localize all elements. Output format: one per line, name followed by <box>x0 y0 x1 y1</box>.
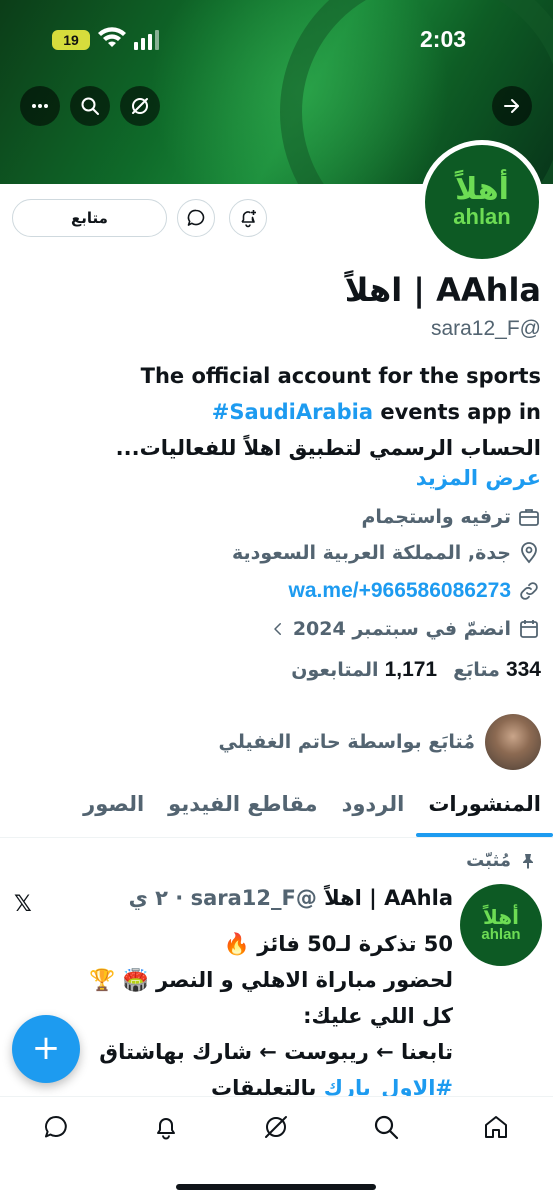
follow-counts: 334 متابَع 1,171 المتابعون <box>291 658 541 682</box>
post-avatar-glyph: أهلاً <box>483 905 519 929</box>
tab-replies[interactable]: الردود <box>330 782 417 837</box>
calendar-icon <box>520 620 538 638</box>
bio-line-2: #SaudiArabia events app in <box>11 394 541 430</box>
pin-icon <box>523 853 533 869</box>
post-author[interactable]: AAhla | اهلاً <box>324 886 453 910</box>
location-row: جدة, المملكة العربية السعودية <box>232 536 541 570</box>
followers-count-link[interactable]: 1,171 المتابعون <box>291 658 437 682</box>
pinned-label: مُثبّت <box>466 850 511 871</box>
tab-photos[interactable]: الصور <box>71 782 156 837</box>
search-nav-icon[interactable] <box>372 1113 400 1141</box>
post-header: AAhla | اهلاً @sara12_F · ٢ ي <box>129 886 453 910</box>
post-line-4: تابعنا ← ريبوست ← شارك بهاشتاق <box>99 1040 453 1064</box>
post-line-2: لحضور مباراة الاهلي و النصر 🏟️ 🏆 <box>89 968 453 992</box>
search-button[interactable] <box>70 86 110 126</box>
followed-by-row[interactable]: مُتابَع بواسطة حاتم الغفيلي <box>218 714 541 770</box>
post-line-3: كل اللي عليك: <box>303 1004 453 1028</box>
forward-arrow-icon <box>504 99 519 113</box>
display-name: AAhla | اهلاً <box>344 271 541 309</box>
tab-videos[interactable]: مقاطع الفيديو <box>156 782 329 837</box>
briefcase-icon <box>519 509 539 526</box>
link-row[interactable]: wa.me/+966586086273 <box>289 574 541 608</box>
following-count: 334 <box>505 658 541 681</box>
pinned-indicator: مُثبّت <box>466 850 537 871</box>
following-label: متابَع <box>453 659 500 681</box>
more-icon <box>32 104 48 108</box>
home-indicator[interactable] <box>176 1184 376 1190</box>
category-text: ترفيه واستجمام <box>361 506 511 528</box>
profile-avatar[interactable]: أهلاً ahlan <box>420 140 544 264</box>
chevron-left-icon <box>274 623 281 635</box>
followers-count: 1,171 <box>384 658 438 681</box>
wifi-icon <box>98 27 126 47</box>
bio-line-2-text: events app in <box>373 400 541 424</box>
cellular-signal-icon <box>134 30 159 50</box>
followed-by-text: مُتابَع بواسطة حاتم الغفيلي <box>218 731 475 753</box>
grok-icon <box>132 98 148 114</box>
avatar-glyph: أهلاً <box>455 172 509 207</box>
avatar-wordmark: ahlan <box>453 204 511 229</box>
profile-tabs: المنشورات الردود مقاطع الفيديو الصور <box>0 782 553 838</box>
joined-row[interactable]: انضمّ في سبتمبر 2024 <box>269 612 541 646</box>
home-icon[interactable] <box>482 1113 510 1141</box>
location-text: جدة, المملكة العربية السعودية <box>231 542 511 564</box>
search-icon <box>81 97 99 115</box>
following-button[interactable]: متابع <box>12 199 167 237</box>
post-handle[interactable]: @sara12_F <box>191 886 317 910</box>
link-icon <box>520 582 538 600</box>
category-row: ترفيه واستجمام <box>361 500 541 534</box>
following-count-link[interactable]: 334 متابَع <box>453 658 541 682</box>
post-separator: · <box>175 886 184 910</box>
followers-label: المتابعون <box>291 659 379 681</box>
message-icon <box>187 209 205 226</box>
message-button[interactable] <box>177 199 215 237</box>
grok-nav-icon[interactable] <box>262 1113 290 1141</box>
back-button[interactable] <box>492 86 532 126</box>
follower-avatar <box>485 714 541 770</box>
profile-bio: The official account for the sports #Sau… <box>11 358 541 466</box>
notify-button[interactable] <box>229 199 267 237</box>
more-button[interactable] <box>20 86 60 126</box>
tab-posts[interactable]: المنشورات <box>416 782 553 837</box>
post-time: ٢ ي <box>128 886 168 910</box>
status-bar: 19 2:03 <box>0 0 553 70</box>
see-more-link[interactable]: عرض المزيد <box>416 461 541 495</box>
status-time: 2:03 <box>420 26 467 52</box>
grok-button[interactable] <box>120 86 160 126</box>
website-link[interactable]: wa.me/+966586086273 <box>289 579 511 603</box>
post-line-1: 50 تذكرة لـ50 فائز 🔥 <box>223 932 453 956</box>
messages-icon[interactable] <box>42 1113 70 1141</box>
joined-text: انضمّ في سبتمبر 2024 <box>292 618 511 640</box>
bio-hashtag[interactable]: #SaudiArabia <box>212 400 373 424</box>
post-text[interactable]: 50 تذكرة لـ50 فائز 🔥 لحضور مباراة الاهلي… <box>33 926 453 1106</box>
notifications-icon[interactable] <box>152 1113 180 1141</box>
x-logo-icon: 𝕏 <box>14 892 32 917</box>
post-avatar[interactable]: أهلاً ahlan <box>460 884 542 966</box>
compose-button[interactable]: + <box>12 1015 80 1083</box>
profile-handle: @sara12_F <box>430 317 541 340</box>
post-avatar-wordmark: ahlan <box>481 926 521 943</box>
bio-line-1: The official account for the sports <box>140 364 541 388</box>
location-pin-icon <box>521 542 537 564</box>
bell-plus-icon <box>241 210 256 228</box>
battery-icon: 19 <box>52 30 90 50</box>
